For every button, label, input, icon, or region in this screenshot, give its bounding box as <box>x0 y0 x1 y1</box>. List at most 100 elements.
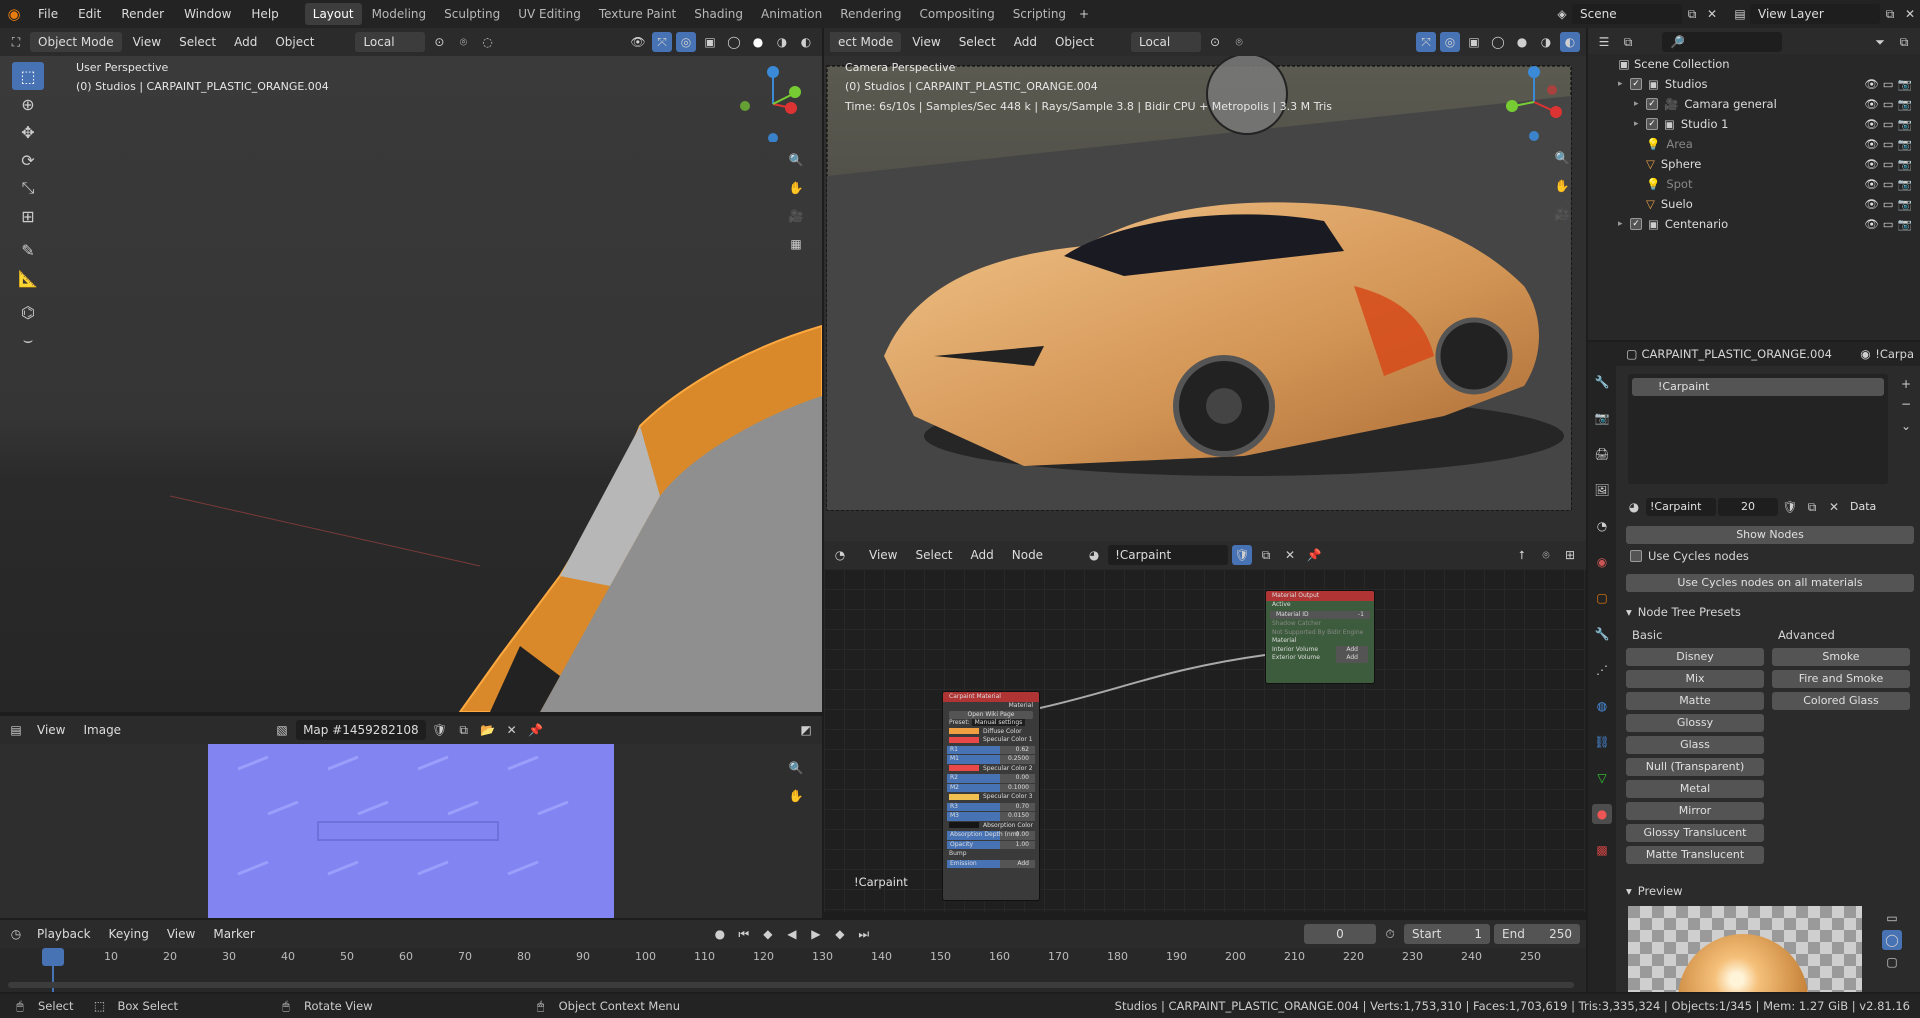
shading-material-icon[interactable]: ◑ <box>772 32 792 52</box>
open-wiki-button[interactable]: Open Wiki Page <box>943 710 1039 719</box>
menu-window[interactable]: Window <box>174 0 241 28</box>
preset-button[interactable]: Matte <box>1626 692 1764 710</box>
menu-view-right[interactable]: View <box>905 35 947 49</box>
shading-rendered-icon[interactable]: ◐ <box>796 32 816 52</box>
carpaint-input-row[interactable]: Specular Color 1 <box>943 736 1039 745</box>
node-overlay-icon[interactable]: ⊞ <box>1560 545 1580 565</box>
carpaint-input-row[interactable]: M2 0.1000 <box>947 783 1035 792</box>
menu-view[interactable]: View <box>126 35 168 49</box>
preset-button[interactable]: Matte Translucent <box>1626 846 1764 864</box>
physics-props-icon[interactable]: ◍ <box>1592 696 1612 716</box>
menu-playback[interactable]: Playback <box>30 927 98 941</box>
material-unlink-icon[interactable]: ✕ <box>1824 497 1844 517</box>
constraints-props-icon[interactable]: ⛓ <box>1592 732 1612 752</box>
preview-panel-header[interactable]: ▾ Preview <box>1626 884 1683 898</box>
carpaint-input-row[interactable]: Specular Color 2 <box>943 765 1039 774</box>
slot-menu-icon[interactable]: ⌄ <box>1896 416 1916 436</box>
outliner-item[interactable]: ▽ Sphere 👁▭📷 <box>1588 154 1920 174</box>
material-fake-user-icon[interactable]: 🛡 <box>1780 497 1800 517</box>
camera-view-icon-right[interactable]: 🎥 <box>1552 204 1572 224</box>
zoom-icon[interactable]: 🔍 <box>786 150 806 170</box>
menu-help[interactable]: Help <box>241 0 288 28</box>
use-cycles-checkbox[interactable]: Use Cycles nodes <box>1630 549 1749 563</box>
viewport-right[interactable]: Camera Perspective (0) Studios | CARPAIN… <box>824 56 1586 541</box>
gizmo-icon[interactable]: ⤧ <box>652 32 672 52</box>
outliner-item[interactable]: ▽ Suelo 👁▭📷 <box>1588 194 1920 214</box>
timeline-type-icon[interactable]: ◷ <box>6 924 26 944</box>
menu-edit[interactable]: Edit <box>68 0 111 28</box>
pin-icon[interactable]: 📌 <box>526 720 546 740</box>
tab-shading[interactable]: Shading <box>686 3 751 25</box>
image-browse-icon[interactable]: ▧ <box>272 720 292 740</box>
menu-object-right[interactable]: Object <box>1048 35 1101 49</box>
image-editor-type-icon[interactable]: ▤ <box>6 720 26 740</box>
scene-props-icon[interactable]: ◔ <box>1592 516 1612 536</box>
shading-wire-icon[interactable]: ◯ <box>724 32 744 52</box>
start-frame-field[interactable]: Start 1 <box>1404 924 1490 944</box>
mode-selector[interactable]: Object Mode <box>30 32 122 52</box>
preview-sphere-icon[interactable]: ◯ <box>1882 930 1902 950</box>
output-input-row[interactable]: Exterior Volume Add <box>1266 654 1374 663</box>
tab-layout[interactable]: Layout <box>304 3 362 25</box>
prev-key-icon[interactable]: ◆ <box>758 924 778 944</box>
end-frame-field[interactable]: End 250 <box>1494 924 1580 944</box>
carpaint-material-node[interactable]: Carpaint Material Material Open Wiki Pag… <box>942 691 1040 901</box>
shading-material-icon-right[interactable]: ◑ <box>1536 32 1556 52</box>
add-workspace-icon[interactable]: + <box>1074 4 1094 24</box>
material-name-field[interactable]: !Carpaint <box>1646 498 1716 516</box>
cursor-tool[interactable]: ⊕ <box>12 90 44 118</box>
carpaint-input-row[interactable]: Bump <box>943 850 1039 859</box>
editor-type-icon[interactable]: ⛶ <box>6 32 26 52</box>
overlay-icon-right[interactable]: ◎ <box>1440 32 1460 52</box>
carpaint-input-row[interactable]: Absorption Depth (nm) 0.00 <box>947 831 1035 840</box>
orientation-selector-right[interactable]: Local <box>1131 32 1202 52</box>
scene-selector[interactable]: Scene <box>1572 4 1682 24</box>
shading-rendered-icon-right[interactable]: ◐ <box>1560 32 1580 52</box>
material-slot-item[interactable]: !Carpaint <box>1632 378 1884 396</box>
carpaint-input-row[interactable]: R3 0.70 <box>947 802 1035 811</box>
scene-icon[interactable]: ◈ <box>1552 4 1572 24</box>
zoom-icon-right[interactable]: 🔍 <box>1552 148 1572 168</box>
preview-range-icon[interactable]: ⏱ <box>1380 924 1400 944</box>
menu-keying[interactable]: Keying <box>102 927 156 941</box>
overlay-icon[interactable]: ◎ <box>676 32 696 52</box>
blender-logo-icon[interactable]: ◉ <box>0 4 28 24</box>
carpaint-input-row[interactable]: R1 0.62 <box>947 745 1035 754</box>
carpaint-input-row[interactable]: Absorption Color <box>943 822 1039 831</box>
tab-animation[interactable]: Animation <box>753 3 830 25</box>
next-key-icon[interactable]: ◆ <box>830 924 850 944</box>
preset-button[interactable]: Glossy Translucent <box>1626 824 1764 842</box>
output-input-row[interactable]: Interior Volume Add <box>1266 645 1374 654</box>
preset-button[interactable]: Mix <box>1626 670 1764 688</box>
jump-end-icon[interactable]: ⏭ <box>854 924 874 944</box>
play-reverse-icon[interactable]: ◀ <box>782 924 802 944</box>
display-channels-icon[interactable]: ◩ <box>796 720 816 740</box>
node-fake-user-icon[interactable]: 🛡 <box>1232 545 1253 565</box>
data-props-icon[interactable]: ▽ <box>1592 768 1612 788</box>
new-scene-icon[interactable]: ⧉ <box>1682 4 1702 24</box>
carpaint-input-row[interactable]: Emission Add <box>947 859 1035 868</box>
image-editor[interactable]: 🔍 ✋ <box>0 744 822 918</box>
preview-flat-icon[interactable]: ▭ <box>1882 908 1902 928</box>
output-input-row[interactable]: Material <box>1266 637 1374 646</box>
preset-button[interactable]: Glossy <box>1626 714 1764 732</box>
view-layer-selector[interactable]: View Layer <box>1750 4 1880 24</box>
tool-props-icon[interactable]: 🔧 <box>1592 372 1612 392</box>
shading-solid-icon[interactable]: ● <box>748 32 768 52</box>
timeline-scrollbar[interactable] <box>8 982 1574 988</box>
orientation-selector[interactable]: Local <box>355 32 426 52</box>
material-output-node[interactable]: Material Output Active Material ID -1 Shado… <box>1265 590 1375 684</box>
curve-tool[interactable]: ⌣ <box>12 326 44 354</box>
viewport-left[interactable]: User Perspective (0) Studios | CARPAINT_… <box>0 56 822 712</box>
pan-icon[interactable]: ✋ <box>786 178 806 198</box>
annotate-tool[interactable]: ✎ <box>12 236 44 264</box>
node-material-name[interactable]: !Carpaint <box>1108 545 1229 565</box>
image-menu-image[interactable]: Image <box>76 723 128 737</box>
view-layer-icon[interactable]: ▤ <box>1730 4 1750 24</box>
xray-icon-right[interactable]: ▣ <box>1464 32 1484 52</box>
preset-row[interactable]: Preset: Manual settings <box>943 719 1039 728</box>
preset-button[interactable]: Metal <box>1626 780 1764 798</box>
shading-wire-icon-right[interactable]: ◯ <box>1488 32 1508 52</box>
outliner-item[interactable]: ▸ ✓ ▣ Centenario 👁▭📷 <box>1588 214 1920 234</box>
parent-node-icon[interactable]: ⭡ <box>1512 545 1532 565</box>
